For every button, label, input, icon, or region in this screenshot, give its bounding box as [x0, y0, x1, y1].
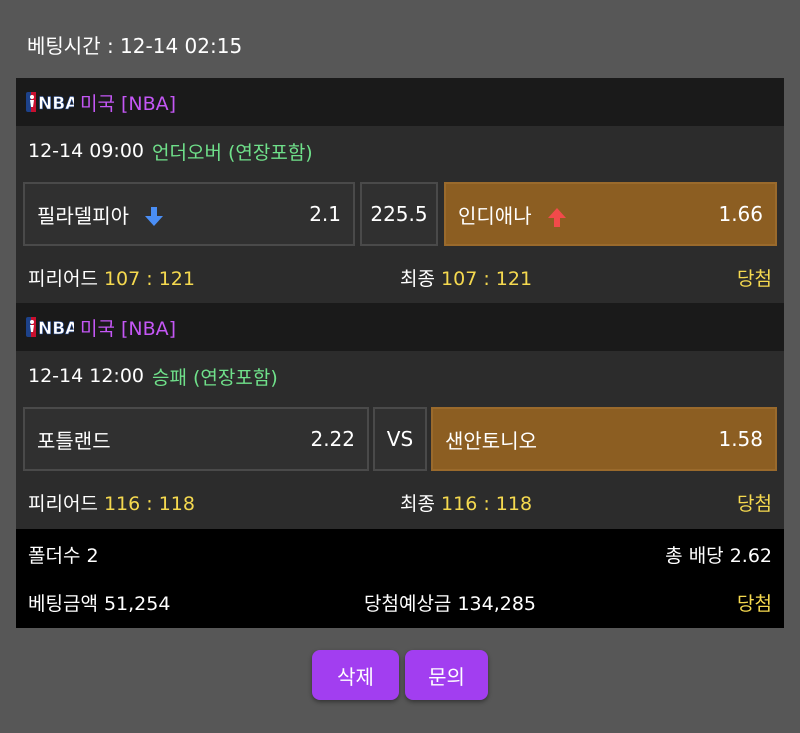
- match-time: 12-14 09:00: [28, 140, 145, 162]
- result-status: 당첨: [737, 492, 772, 515]
- home-odds: 2.22: [310, 427, 355, 451]
- result-row: 피리어드 116 : 118 최종 116 : 118 당첨: [16, 477, 784, 527]
- away-odds-button[interactable]: 샌안토니오 1.58: [431, 407, 777, 471]
- match-info-row: 12-14 09:00 언더오버 (연장포함): [16, 126, 784, 176]
- period-label: 피리어드: [28, 492, 98, 515]
- arrow-up-icon: [547, 207, 566, 227]
- period-score: 107 : 121: [103, 267, 195, 290]
- away-odds: 1.66: [718, 202, 763, 226]
- league-name: 미국 [NBA]: [80, 92, 177, 115]
- vs-label: VS: [386, 427, 414, 451]
- away-team-name: 인디애나: [458, 203, 532, 228]
- home-odds: 2.1: [309, 202, 341, 226]
- arrow-down-icon: [145, 207, 164, 227]
- nba-logo-icon: NBA: [26, 91, 74, 113]
- league-name: 미국 [NBA]: [80, 317, 177, 340]
- summary-result-status: 당첨: [737, 593, 772, 615]
- final-label: 최종: [400, 492, 435, 515]
- final-score: 107 : 121: [441, 267, 533, 290]
- expected-win-amount: 당첨예상금 134,285: [364, 593, 537, 615]
- period-score: 116 : 118: [103, 492, 195, 515]
- result-row: 피리어드 107 : 121 최종 107 : 121 당첨: [16, 252, 784, 302]
- svg-text:NBA: NBA: [38, 94, 74, 113]
- period-label: 피리어드: [28, 267, 98, 290]
- bet-summary: 폴더수 2 총 배당 2.62 베팅금액 51,254 당첨예상금 134,28…: [16, 529, 784, 628]
- league-row: NBA 미국 [NBA]: [16, 303, 784, 351]
- bet-amount: 베팅금액 51,254: [28, 593, 171, 615]
- nba-logo-icon: NBA: [26, 316, 74, 338]
- league-row: NBA 미국 [NBA]: [16, 78, 784, 126]
- match-time: 12-14 12:00: [28, 365, 145, 387]
- result-status: 당첨: [737, 267, 772, 290]
- bet-time-header: 베팅시간 : 12-14 02:15: [27, 34, 243, 58]
- handicap-value-button[interactable]: 225.5: [360, 182, 438, 246]
- home-odds-button[interactable]: 포틀랜드 2.22: [23, 407, 369, 471]
- home-odds-button[interactable]: 필라델피아 2.1: [23, 182, 355, 246]
- away-odds: 1.58: [718, 427, 763, 451]
- delete-button[interactable]: 삭제: [312, 650, 399, 700]
- total-odds: 총 배당 2.62: [665, 545, 772, 567]
- home-team-name: 필라델피아: [37, 203, 129, 228]
- final-score: 116 : 118: [441, 492, 533, 515]
- handicap-value: 225.5: [370, 202, 428, 226]
- home-team-name: 포틀랜드: [37, 428, 111, 453]
- vs-button[interactable]: VS: [373, 407, 427, 471]
- odds-row: 포틀랜드 2.22 VS 샌안토니오 1.58: [16, 401, 784, 471]
- odds-row: 필라델피아 2.1 225.5 인디애나 1.66: [16, 176, 784, 246]
- inquiry-button[interactable]: 문의: [405, 650, 488, 700]
- away-odds-button[interactable]: 인디애나 1.66: [444, 182, 777, 246]
- svg-text:NBA: NBA: [38, 319, 74, 338]
- folder-count: 폴더수 2: [28, 545, 99, 567]
- match-type: 승패 (연장포함): [152, 366, 278, 389]
- match-info-row: 12-14 12:00 승패 (연장포함): [16, 351, 784, 401]
- match-type: 언더오버 (연장포함): [152, 141, 313, 164]
- away-team-name: 샌안토니오: [445, 428, 537, 453]
- bet-slip-panel: NBA 미국 [NBA] 12-14 09:00 언더오버 (연장포함) 필라델…: [16, 78, 784, 628]
- final-label: 최종: [400, 267, 435, 290]
